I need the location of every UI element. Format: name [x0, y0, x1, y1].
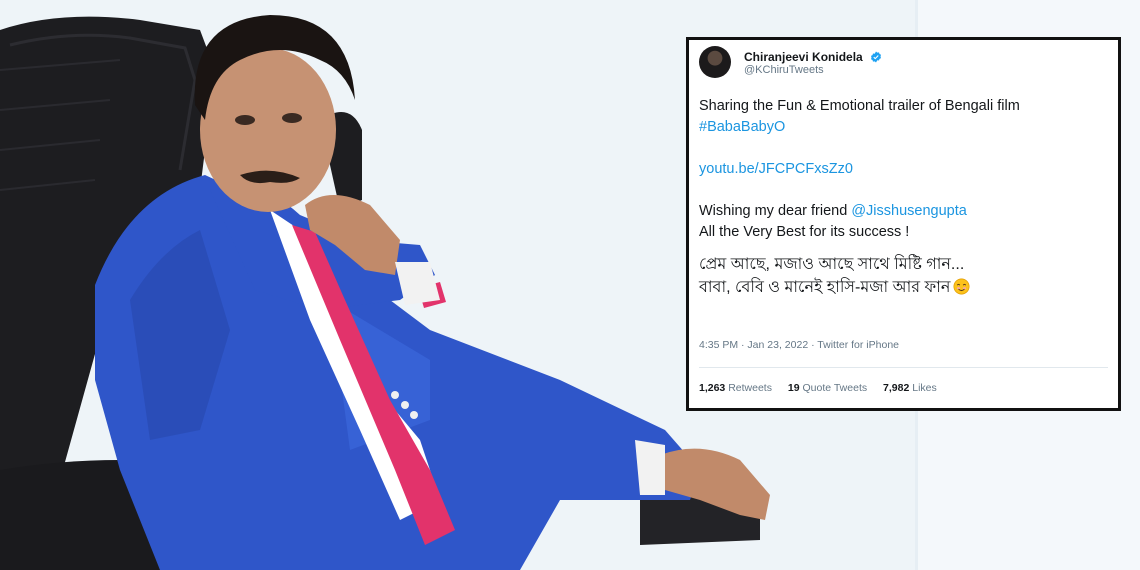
verified-badge-icon [871, 51, 882, 63]
display-name[interactable]: Chiranjeevi Konidela [744, 50, 863, 64]
bengali-line-2-wrap: বাবা, বেবি ও মানেই হাসি-মজা আর ফান [699, 276, 1119, 299]
avatar[interactable] [699, 46, 731, 78]
likes-label: Likes [912, 382, 937, 394]
wish-line: Wishing my dear friend @Jisshusengupta [699, 201, 1119, 222]
retweets-count: 1,263 [699, 382, 726, 394]
quotes-count: 19 [787, 382, 800, 394]
divider [699, 367, 1108, 368]
video-link[interactable]: youtu.be/JFCPCFxsZz0 [699, 159, 1119, 180]
tweet-body: Sharing the Fun & Emotional trailer of B… [699, 96, 1119, 299]
handle[interactable]: @KChiruTweets [744, 64, 824, 76]
retweets-label: Retweets [728, 382, 772, 394]
retweets-stat[interactable]: 1,263 Retweets [699, 382, 772, 394]
hashtag-link[interactable]: #BabaBabyO [699, 117, 1119, 138]
smiling-face-icon [953, 278, 970, 295]
wish-prefix: Wishing my dear friend [699, 203, 852, 219]
tweet-timestamp[interactable]: 4:35 PM · Jan 23, 2022 · Twitter for iPh… [699, 339, 899, 351]
tweet-card[interactable]: Chiranjeevi Konidela @KChiruTweets Shari… [686, 37, 1121, 411]
bengali-line-1: প্রেম আছে, মজাও আছে সাথে মিষ্টি গান... [699, 256, 965, 273]
likes-stat[interactable]: 7,982 Likes [883, 382, 937, 394]
best-wishes-line: All the Very Best for its success ! [699, 224, 910, 240]
tweet-text-line: Sharing the Fun & Emotional trailer of B… [699, 98, 1020, 114]
likes-count: 7,982 [883, 382, 910, 394]
bengali-line-2: বাবা, বেবি ও মানেই হাসি-মজা আর ফান [699, 279, 951, 296]
tweet-stats: 1,263 Retweets 19 Quote Tweets 7,982 Lik… [699, 382, 950, 394]
mention-link[interactable]: @Jisshusengupta [851, 203, 966, 219]
quote-tweets-stat[interactable]: 19 Quote Tweets [788, 382, 867, 394]
quotes-label: Quote Tweets [802, 382, 868, 394]
